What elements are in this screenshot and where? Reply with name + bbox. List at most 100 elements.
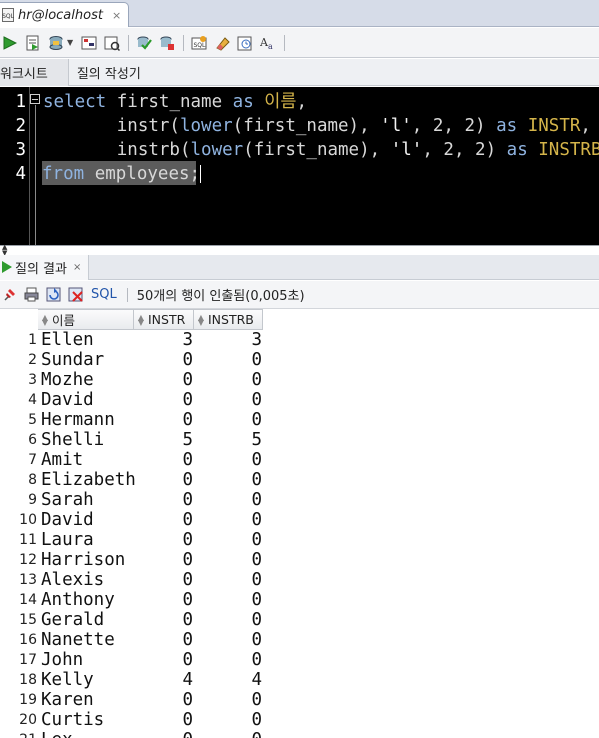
cell-instrb: 0 xyxy=(251,550,262,570)
cell-instr: 0 xyxy=(182,530,193,550)
table-row[interactable]: 19 Karen 0 0 xyxy=(0,690,262,710)
cell-instrb: 0 xyxy=(251,470,262,490)
cell-instr: 0 xyxy=(182,650,193,670)
code-token: 이름 xyxy=(264,92,297,112)
document-tab-title: hr@localhost xyxy=(18,7,103,23)
table-row[interactable]: 12 Harrison 0 0 xyxy=(0,550,262,570)
sort-icon[interactable]: ▲ ▼ xyxy=(136,313,146,326)
table-row[interactable]: 6 Shelli 5 5 xyxy=(0,430,262,450)
worksheet-toolbar: ▼ SQL Aa xyxy=(0,28,599,58)
cell-instr: 0 xyxy=(182,490,193,510)
table-row[interactable]: 5 Hermann 0 0 xyxy=(0,410,262,430)
code-token: ) xyxy=(475,116,497,136)
cell-name: Karen xyxy=(41,690,94,710)
clear-eraser-button[interactable] xyxy=(213,34,231,52)
row-number: 9 xyxy=(28,492,37,508)
cell-instr: 0 xyxy=(182,390,193,410)
cell-instrb: 0 xyxy=(251,350,262,370)
cell-instrb: 0 xyxy=(251,590,262,610)
results-grid[interactable]: ▲ ▼ 이름 ▲ ▼ INSTR ▲ ▼ INSTRB 1 Ellen 3 3 2 Sundar… xyxy=(0,309,599,738)
code-token: first_name xyxy=(116,92,233,112)
code-token: 2 xyxy=(443,140,454,160)
pin-icon[interactable] xyxy=(1,286,18,303)
format-text-button[interactable]: Aa xyxy=(259,34,277,52)
svg-text:SQL: SQL xyxy=(194,42,207,49)
sql-tuning-button[interactable]: SQL xyxy=(190,34,208,52)
tab-query-result[interactable]: 질의 결과 × xyxy=(0,254,90,280)
cell-instrb: 4 xyxy=(251,670,262,690)
table-row[interactable]: 15 Gerald 0 0 xyxy=(0,610,262,630)
cell-instr: 0 xyxy=(182,370,193,390)
autotrace-button[interactable] xyxy=(103,34,121,52)
column-header-label: INSTR xyxy=(148,312,186,327)
sql-editor[interactable]: 1 2 3 4 select first_name as 이름, instr(l… xyxy=(0,87,599,245)
table-row[interactable]: 17 John 0 0 xyxy=(0,650,262,670)
code-line[interactable]: instr(lower(first_name), 'l', 2, 2) as I… xyxy=(43,113,591,137)
table-row[interactable]: 8 Elizabeth 0 0 xyxy=(0,470,262,490)
close-tab-icon[interactable]: × xyxy=(73,262,81,273)
refresh-icon[interactable] xyxy=(45,286,62,303)
editor-results-splitter[interactable]: ▲ ▼ xyxy=(0,244,599,257)
code-line[interactable]: select first_name as 이름, xyxy=(43,89,307,113)
print-icon[interactable] xyxy=(23,286,40,303)
cancel-fetch-icon[interactable] xyxy=(67,286,84,303)
tab-query-builder[interactable]: 질의 작성기 xyxy=(69,59,153,86)
commit-dropdown-button[interactable] xyxy=(47,34,65,52)
cell-instrb: 0 xyxy=(251,370,262,390)
table-row[interactable]: 14 Anthony 0 0 xyxy=(0,590,262,610)
toolbar-separator xyxy=(284,34,286,51)
table-row[interactable]: 7 Amit 0 0 xyxy=(0,450,262,470)
cell-name: Alexis xyxy=(41,570,105,590)
cell-instrb: 0 xyxy=(251,570,262,590)
table-row[interactable]: 2 Sundar 0 0 xyxy=(0,350,262,370)
table-row[interactable]: 11 Laura 0 0 xyxy=(0,530,262,550)
rollback-button[interactable] xyxy=(158,34,176,52)
cell-name: Lex xyxy=(41,730,73,738)
table-row[interactable]: 3 Mozhe 0 0 xyxy=(0,370,262,390)
column-header-instr[interactable]: ▲ ▼ INSTR xyxy=(134,309,194,330)
table-row[interactable]: 16 Nanette 0 0 xyxy=(0,630,262,650)
code-line[interactable]: instrb(lower(first_name), 'l', 2, 2) as … xyxy=(43,137,599,161)
row-number: 21 xyxy=(0,730,37,738)
explain-plan-button[interactable] xyxy=(80,34,98,52)
code-token: , xyxy=(453,140,476,160)
table-row[interactable]: 13 Alexis 0 0 xyxy=(0,570,262,590)
cell-instrb: 0 xyxy=(251,630,262,650)
commit-button[interactable] xyxy=(135,34,153,52)
cell-name: Hermann xyxy=(41,410,115,430)
column-header-instrb[interactable]: ▲ ▼ INSTRB xyxy=(194,309,263,330)
chevron-down-icon[interactable]: ▼ xyxy=(67,38,73,47)
history-button[interactable] xyxy=(236,34,254,52)
code-token: as xyxy=(506,140,539,160)
sort-icon[interactable]: ▲ ▼ xyxy=(196,313,206,326)
run-statement-button[interactable] xyxy=(1,34,19,52)
worksheet-document-tab[interactable]: SQL hr@localhost × xyxy=(0,2,129,27)
table-row[interactable]: 18 Kelly 4 4 xyxy=(0,670,262,690)
cell-name: Laura xyxy=(41,530,94,550)
close-tab-icon[interactable]: × xyxy=(112,9,121,22)
cell-name: Mozhe xyxy=(41,370,94,390)
table-row[interactable]: 20 Curtis 0 0 xyxy=(0,710,262,730)
code-line-current[interactable]: from employees; xyxy=(42,161,202,185)
line-number: 3 xyxy=(15,140,26,160)
code-token: , xyxy=(422,140,444,160)
code-token: INSTR xyxy=(527,116,581,136)
play-icon xyxy=(2,261,12,273)
toolbar-separator xyxy=(126,287,128,302)
sql-link[interactable]: SQL xyxy=(91,287,117,302)
run-script-button[interactable] xyxy=(24,34,42,52)
code-token: from xyxy=(42,164,95,184)
sort-icon[interactable]: ▲ ▼ xyxy=(40,313,50,326)
table-row[interactable]: 1 Ellen 3 3 xyxy=(0,330,262,350)
code-token: lower xyxy=(179,116,233,136)
cell-instrb: 0 xyxy=(251,450,262,470)
table-row[interactable]: 21 Lex 0 0 xyxy=(0,730,262,738)
table-row[interactable]: 9 Sarah 0 0 xyxy=(0,490,262,510)
table-row[interactable]: 10 David 0 0 xyxy=(0,510,262,530)
collapse-code-icon[interactable] xyxy=(30,94,40,104)
document-tab-strip: SQL hr@localhost × xyxy=(0,0,599,27)
table-row[interactable]: 4 David 0 0 xyxy=(0,390,262,410)
column-header-name[interactable]: ▲ ▼ 이름 xyxy=(38,309,134,330)
row-number: 20 xyxy=(19,712,37,728)
tab-worksheet[interactable]: 워크시트 xyxy=(0,58,69,86)
